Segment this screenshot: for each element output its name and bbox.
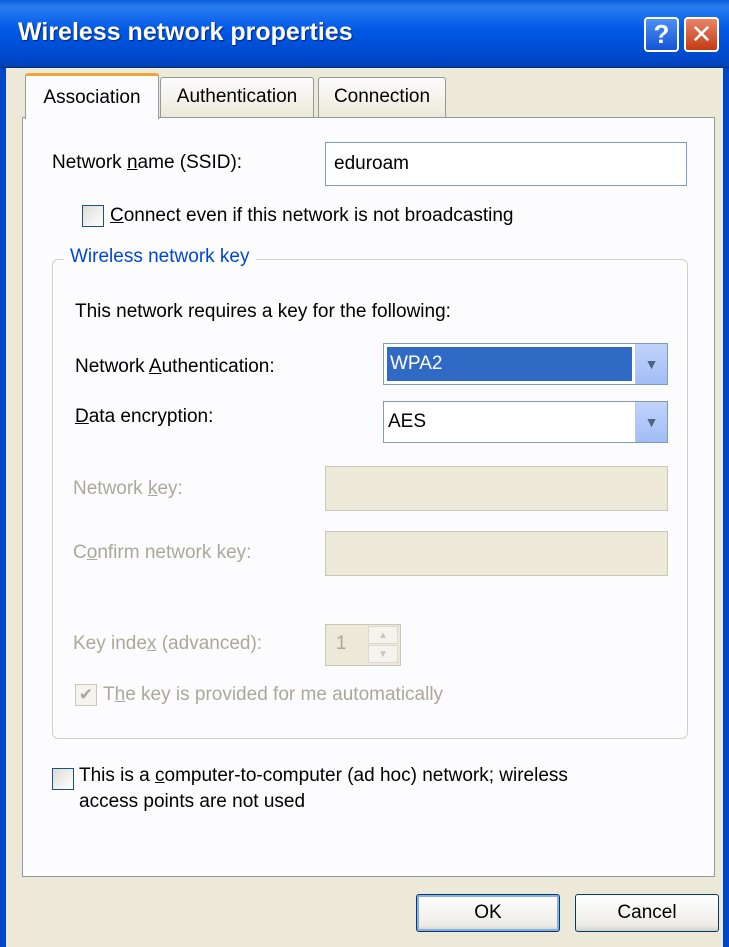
auto-key-label[interactable]: The key is provided for me automatically [103, 684, 443, 706]
ssid-label: Network name (SSID): [52, 152, 243, 173]
adhoc-label-line2[interactable]: access points are not used [79, 791, 305, 813]
close-icon: ✕ [690, 19, 713, 49]
tab-authentication[interactable]: Authentication [160, 77, 314, 117]
network-auth-select[interactable]: WPA2 ▼ [383, 343, 668, 385]
spinner-up-icon[interactable]: ▲ [368, 626, 398, 644]
key-index-spinner[interactable]: 1 ▲ ▼ [325, 624, 401, 666]
confirm-key-label: Confirm network key: [73, 542, 252, 563]
data-encryption-label: Data encryption: [75, 406, 214, 427]
spinner-down-icon[interactable]: ▼ [368, 645, 398, 663]
chevron-down-icon[interactable]: ▼ [635, 402, 667, 442]
window-title: Wireless network properties [18, 18, 353, 46]
network-auth-value: WPA2 [387, 347, 632, 381]
adhoc-checkbox[interactable] [52, 768, 74, 790]
key-index-value: 1 [336, 633, 347, 654]
window-border-left [0, 68, 6, 947]
chevron-down-icon[interactable]: ▼ [635, 344, 667, 384]
broadcast-label[interactable]: Connect even if this network is not broa… [110, 205, 513, 227]
broadcast-checkbox[interactable] [82, 205, 104, 227]
network-auth-label: Network Authentication: [75, 356, 275, 377]
confirm-key-input[interactable] [325, 531, 668, 576]
key-index-label: Key index (advanced): [73, 633, 263, 654]
auto-key-checkbox[interactable]: ✔ [75, 684, 97, 706]
network-key-input[interactable] [325, 466, 668, 511]
data-encryption-select[interactable]: AES ▼ [383, 401, 668, 443]
tab-association[interactable]: Association [25, 73, 159, 119]
window-border-right [723, 68, 729, 947]
tab-connection[interactable]: Connection [318, 77, 446, 117]
network-key-label: Network key: [73, 478, 183, 499]
key-intro-text: This network requires a key for the foll… [75, 301, 451, 322]
data-encryption-value: AES [388, 411, 427, 432]
close-button[interactable]: ✕ [684, 17, 719, 52]
adhoc-label-line1[interactable]: This is a computer-to-computer (ad hoc) … [79, 765, 568, 787]
help-button[interactable]: ? [644, 17, 679, 52]
help-icon: ? [653, 19, 670, 49]
ssid-input[interactable]: eduroam [325, 142, 687, 186]
ok-button[interactable]: OK [416, 894, 560, 932]
wireless-key-group-title: Wireless network key [64, 246, 256, 268]
cancel-button[interactable]: Cancel [575, 894, 719, 932]
